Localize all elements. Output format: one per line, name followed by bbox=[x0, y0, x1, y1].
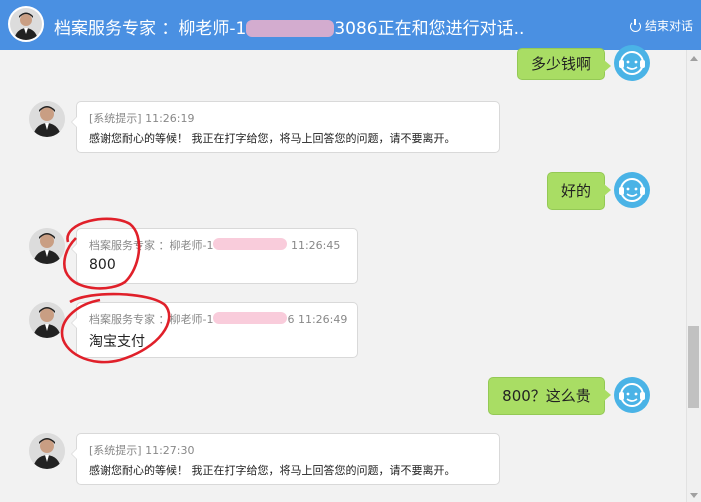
annotation-circle bbox=[60, 292, 171, 364]
annotation-circles bbox=[60, 217, 171, 364]
annotation-circle bbox=[63, 217, 141, 290]
